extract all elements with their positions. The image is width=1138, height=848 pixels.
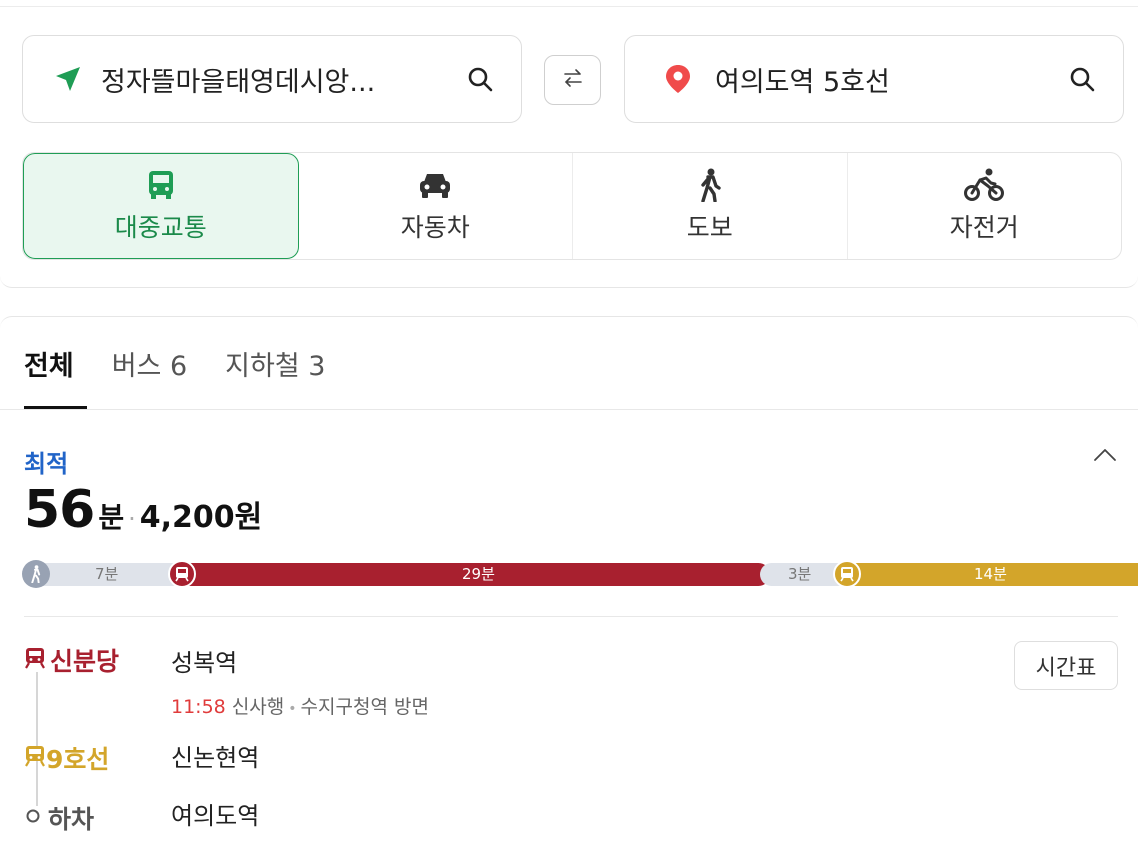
steps-divider (24, 616, 1118, 617)
walk-icon (699, 168, 721, 202)
location-arrow-icon (53, 64, 83, 94)
line-name: 신분당 (50, 647, 120, 676)
departure-detail: 11:58 신사행 • 수지구청역 방면 (171, 692, 429, 719)
train-icon (24, 744, 46, 772)
mode-label: 도보 (686, 213, 733, 242)
tab-all[interactable]: 전체 (24, 344, 74, 383)
chevron-up-icon[interactable] (1090, 440, 1120, 470)
destination-search-field[interactable]: 여의도역 5호선 (624, 35, 1124, 123)
transport-mode-selector: 대중교통 자동차 도보 자전거 (22, 152, 1122, 260)
top-divider (0, 6, 1138, 7)
step-line-9: 9호선 (24, 740, 109, 776)
total-fare: 4,200원 (139, 500, 263, 535)
arrival-station: 여의도역 (171, 802, 260, 830)
train-destination: 신사행 (231, 696, 285, 718)
train-icon (168, 560, 196, 588)
walk-segment-label: 3분 (788, 565, 812, 583)
shinbundang-segment-label: 29분 (462, 565, 495, 583)
detail-separator: • (288, 701, 297, 717)
search-icon[interactable] (1067, 64, 1097, 94)
walk-icon (22, 560, 50, 588)
mode-car[interactable]: 자동차 (299, 153, 573, 259)
swap-button[interactable] (544, 55, 601, 105)
tab-bus[interactable]: 버스 6 (112, 344, 187, 383)
line-name: 9호선 (46, 745, 110, 774)
origin-text[interactable]: 정자뜰마을태영데시앙... (101, 60, 465, 99)
train-direction: 수지구청역 방면 (300, 696, 429, 718)
route-connector-line (36, 672, 38, 806)
route-filter-tabs: 전체 버스 6 지하철 3 (24, 344, 325, 383)
bicycle-icon (964, 168, 1005, 202)
timetable-button[interactable]: 시간표 (1014, 641, 1118, 690)
departure-time: 11:58 (171, 696, 226, 718)
mode-bicycle[interactable]: 자전거 (848, 153, 1122, 259)
line9-segment-label: 14분 (974, 565, 1007, 583)
swap-icon (562, 67, 584, 93)
mode-label: 대중교통 (114, 213, 207, 242)
mode-transit[interactable]: 대중교통 (23, 153, 299, 259)
walk-segment-label: 7분 (95, 565, 119, 583)
train-icon (24, 646, 46, 674)
circle-icon (24, 807, 42, 829)
boarding-station: 성복역 (171, 649, 238, 677)
step-line-shinbundang: 신분당 (24, 642, 119, 678)
step-alight: 하차 (24, 800, 94, 836)
total-minutes: 56 (24, 480, 95, 540)
mode-label: 자동차 (400, 213, 470, 242)
optimal-badge: 최적 (24, 450, 69, 478)
origin-search-field[interactable]: 정자뜰마을태영데시앙... (22, 35, 522, 123)
location-pin-icon (663, 64, 693, 94)
car-icon (418, 168, 452, 202)
mode-label: 자전거 (949, 213, 1019, 242)
transfer-station: 신논현역 (171, 744, 260, 772)
train-icon (833, 560, 861, 588)
search-icon[interactable] (465, 64, 495, 94)
summary-separator: · (128, 505, 136, 533)
destination-text[interactable]: 여의도역 5호선 (715, 60, 1067, 99)
tab-subway[interactable]: 지하철 3 (225, 344, 325, 383)
mode-walk[interactable]: 도보 (573, 153, 848, 259)
alight-label: 하차 (48, 805, 95, 834)
minutes-unit: 분 (98, 501, 125, 534)
tabs-divider (0, 409, 1138, 410)
bus-icon (147, 168, 175, 202)
route-summary: 56 분 · 4,200원 (24, 480, 262, 540)
